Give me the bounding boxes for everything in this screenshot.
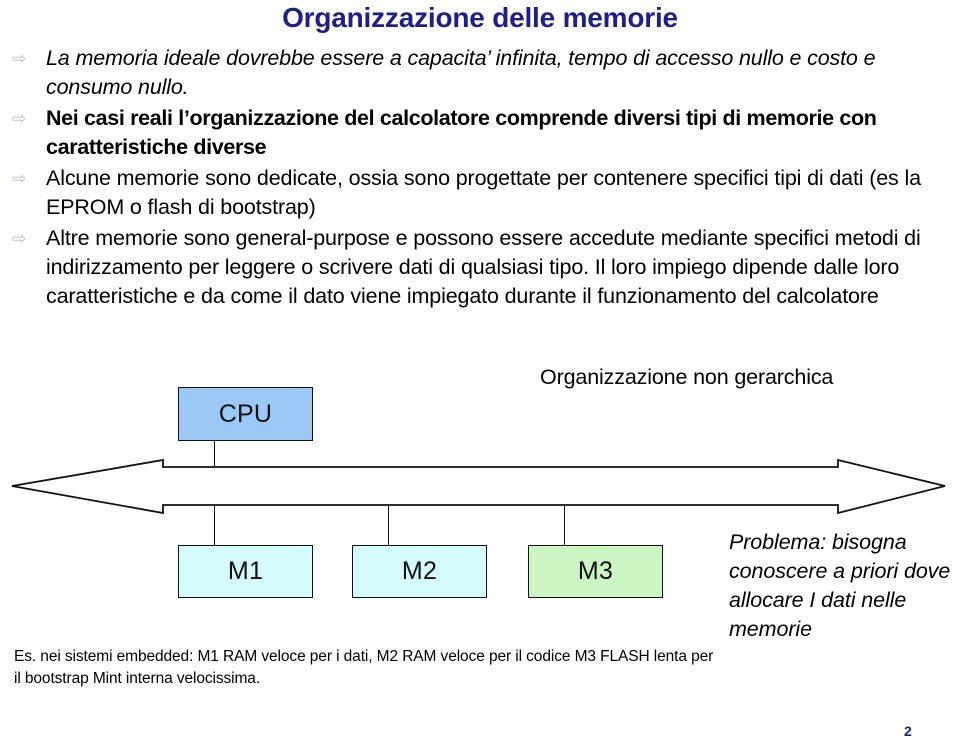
memory-block-m3: M3 (528, 545, 663, 598)
bidirectional-bus-arrow (11, 458, 946, 515)
bullet-list: ⇨ La memoria ideale dovrebbe essere a ca… (10, 44, 950, 313)
memory-block-m2: M2 (352, 545, 487, 598)
example-note: Es. nei sistemi embedded: M1 RAM veloce … (14, 648, 714, 687)
page-number: 2 (904, 723, 912, 739)
page-title: Organizzazione delle memorie (282, 2, 678, 33)
list-item-text: Alcune memorie sono dedicate, ossia sono… (46, 166, 921, 219)
list-item-text: Nei casi reali l’organizzazione del calc… (46, 106, 877, 159)
list-item: ⇨ Nei casi reali l’organizzazione del ca… (10, 104, 950, 162)
cpu-block-label: CPU (218, 399, 273, 428)
memory-block-m3-label: M3 (577, 557, 614, 585)
arrow-bullet-icon: ⇨ (12, 109, 27, 128)
memory-block-m1-label: M1 (227, 557, 264, 585)
arrow-bullet-icon: ⇨ (12, 169, 27, 188)
list-item-text: Altre memorie sono general-purpose e pos… (46, 226, 921, 308)
cpu-bus-connector (214, 440, 215, 468)
list-item-text: La memoria ideale dovrebbe essere a capa… (46, 46, 876, 99)
organization-type-label: Organizzazione non gerarchica (540, 365, 834, 389)
m2-bus-connector (388, 505, 389, 546)
m1-bus-connector (214, 505, 215, 546)
list-item: ⇨ Altre memorie sono general-purpose e p… (10, 224, 950, 311)
arrow-bullet-icon: ⇨ (12, 49, 27, 68)
m3-bus-connector (564, 505, 565, 546)
memory-block-m2-label: M2 (401, 557, 438, 585)
memory-block-m1: M1 (178, 545, 313, 598)
problem-note: Problema: bisogna conoscere a priori dov… (729, 530, 951, 641)
list-item: ⇨ Alcune memorie sono dedicate, ossia so… (10, 164, 950, 222)
cpu-block: CPU (178, 387, 313, 441)
arrow-bullet-icon: ⇨ (12, 229, 27, 248)
list-item: ⇨ La memoria ideale dovrebbe essere a ca… (10, 44, 950, 102)
